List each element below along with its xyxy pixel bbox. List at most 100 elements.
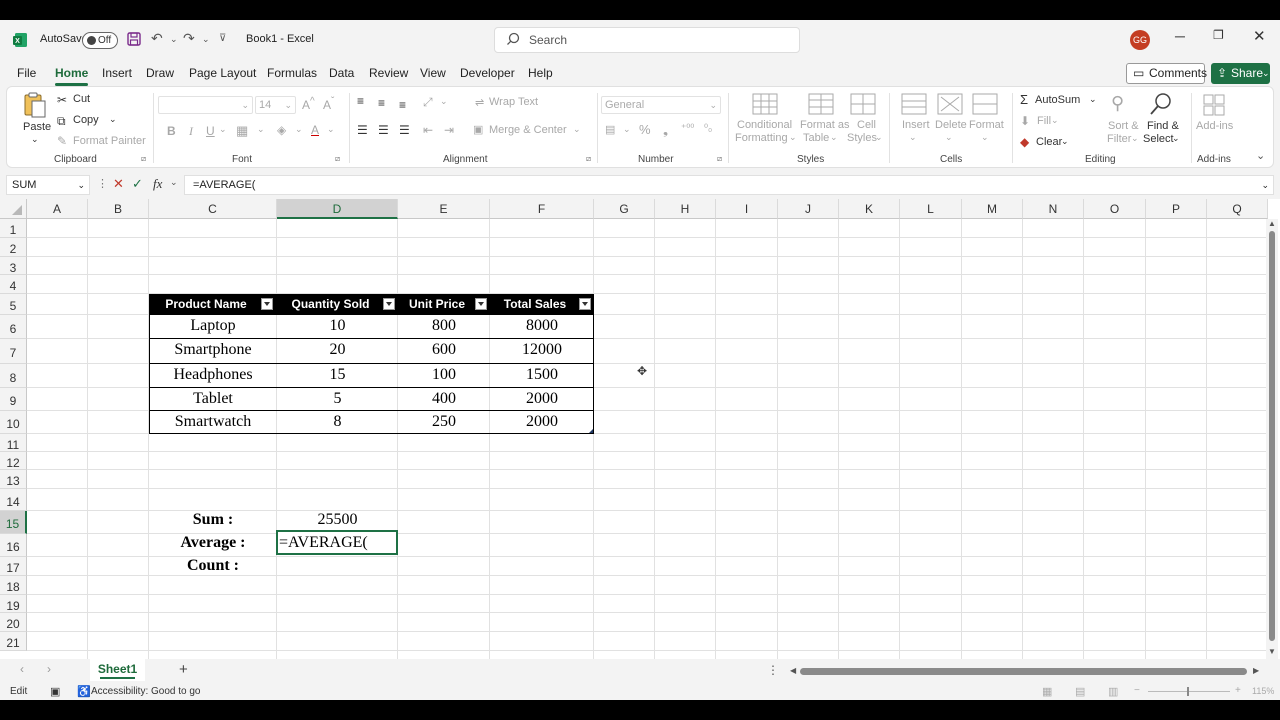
table-cell[interactable]: 2000 — [490, 390, 594, 408]
sheet-options-icon[interactable]: ⋮ — [767, 663, 779, 677]
insert-cells-button[interactable]: Insert — [902, 119, 930, 131]
align-top-icon[interactable]: ≡ — [357, 94, 364, 108]
close-icon[interactable]: ✕ — [1253, 27, 1266, 45]
row-header-13[interactable]: 13 — [0, 470, 27, 489]
percent-style-icon[interactable]: % — [639, 122, 651, 137]
comma-style-icon[interactable]: ❟ — [663, 122, 668, 138]
save-icon[interactable] — [127, 32, 141, 46]
sheet-tab-sheet1[interactable]: Sheet1 — [90, 659, 145, 681]
tab-file[interactable]: File — [17, 66, 36, 80]
page-break-view-icon[interactable]: ▥ — [1108, 685, 1118, 698]
avatar[interactable]: GG — [1130, 30, 1150, 50]
format-painter-button[interactable]: Format Painter — [73, 135, 146, 147]
tab-developer[interactable]: Developer — [460, 66, 515, 80]
worksheet-grid[interactable]: ABCDEFGHIJKLMNOPQ 1 2 3 4 5 6 7 8 9 10 11 12 13 14 15 1… — [0, 199, 1280, 659]
filter-dropdown-icon[interactable] — [579, 298, 591, 310]
vertical-scroll-thumb[interactable] — [1269, 231, 1275, 641]
column-header-d[interactable]: D — [277, 199, 398, 219]
normal-view-icon[interactable]: ▦ — [1042, 685, 1052, 698]
column-header-h[interactable]: H — [655, 199, 716, 219]
table-header-unit-price[interactable]: Unit Price — [398, 294, 490, 315]
underline-icon[interactable]: U — [206, 124, 215, 138]
table-cell[interactable]: 600 — [398, 341, 490, 359]
table-resize-handle[interactable] — [589, 429, 593, 433]
prev-sheet-icon[interactable]: ‹ — [20, 662, 24, 676]
insert-function-icon[interactable]: fx — [153, 176, 162, 192]
number-format-dropdown[interactable]: General ⌄ — [601, 96, 721, 114]
cell-styles-button-line2[interactable]: Styles — [847, 132, 877, 144]
borders-icon[interactable]: ▦ — [236, 123, 248, 139]
accessibility-status[interactable]: Accessibility: Good to go — [91, 686, 201, 697]
row-header-2[interactable]: 2 — [0, 238, 27, 257]
tab-insert[interactable]: Insert — [102, 66, 132, 80]
count-label[interactable]: Count : — [149, 557, 277, 575]
enter-icon[interactable]: ✓ — [132, 176, 143, 192]
number-launcher-icon[interactable]: ⧄ — [717, 154, 722, 164]
format-as-table-button-line2[interactable]: Table — [803, 132, 829, 144]
fill-dropdown-icon[interactable]: ⌄ — [1051, 115, 1059, 126]
add-sheet-button[interactable]: + — [179, 661, 188, 678]
paste-dropdown-icon[interactable]: ⌄ — [31, 134, 39, 145]
orientation-dropdown-icon[interactable]: ⌄ — [440, 96, 448, 107]
fill-color-dropdown-icon[interactable]: ⌄ — [295, 124, 303, 135]
conditional-dropdown-icon[interactable]: ⌄ — [789, 132, 797, 143]
row-header-20[interactable]: 20 — [0, 613, 27, 632]
row-header-18[interactable]: 18 — [0, 576, 27, 595]
column-header-e[interactable]: E — [398, 199, 490, 219]
merge-center-button[interactable]: Merge & Center — [489, 124, 567, 136]
font-size-dropdown[interactable]: 14 ⌄ — [255, 96, 296, 114]
scroll-down-icon[interactable]: ▼ — [1268, 647, 1276, 656]
copy-button[interactable]: Copy — [73, 114, 99, 126]
column-header-n[interactable]: N — [1023, 199, 1084, 219]
format-table-dropdown-icon[interactable]: ⌄ — [830, 132, 838, 143]
scroll-up-icon[interactable]: ▲ — [1268, 219, 1276, 228]
align-right-icon[interactable]: ☰ — [399, 123, 410, 137]
row-header-4[interactable]: 4 — [0, 275, 27, 294]
macro-recording-icon[interactable]: ▣ — [50, 685, 60, 698]
column-header-l[interactable]: L — [900, 199, 962, 219]
name-box-dropdown-icon[interactable]: ⌄ — [77, 176, 85, 194]
table-cell[interactable]: 400 — [398, 390, 490, 408]
decrease-decimal-icon[interactable]: ⁰₀ — [704, 123, 712, 134]
cut-button[interactable]: Cut — [73, 93, 90, 105]
format-cells-button[interactable]: Format — [969, 119, 1004, 131]
table-cell[interactable]: Smartwatch — [149, 413, 277, 431]
tab-draw[interactable]: Draw — [146, 66, 174, 80]
row-header-15[interactable]: 15 — [0, 511, 27, 534]
autosave-toggle[interactable]: Off — [82, 32, 118, 49]
column-header-m[interactable]: M — [962, 199, 1023, 219]
column-header-k[interactable]: K — [839, 199, 900, 219]
increase-font-icon[interactable]: A^ — [302, 96, 315, 112]
accounting-dropdown-icon[interactable]: ⌄ — [623, 124, 631, 135]
table-cell[interactable]: Smartphone — [149, 341, 277, 359]
format-dropdown-icon[interactable]: ⌄ — [981, 132, 989, 143]
table-cell[interactable]: 12000 — [490, 341, 594, 359]
customize-toolbar-icon[interactable]: ⊽ — [219, 33, 226, 44]
formula-input[interactable]: =AVERAGE( ⌄ — [184, 175, 1274, 195]
comments-button[interactable]: ▭ Comments — [1126, 63, 1207, 84]
font-color-dropdown-icon[interactable]: ⌄ — [327, 124, 335, 135]
row-header-21[interactable]: 21 — [0, 632, 27, 651]
zoom-slider[interactable] — [1148, 691, 1230, 692]
autosum-dropdown-icon[interactable]: ⌄ — [1089, 94, 1097, 105]
align-middle-icon[interactable]: ≡ — [378, 96, 385, 110]
tab-review[interactable]: Review — [369, 66, 408, 80]
cell-styles-button[interactable]: Cell — [857, 119, 876, 131]
wrap-text-button[interactable]: Wrap Text — [489, 96, 538, 108]
table-cell[interactable]: 15 — [277, 366, 398, 384]
horizontal-scroll-thumb[interactable] — [800, 668, 1247, 675]
tab-data[interactable]: Data — [329, 66, 354, 80]
insert-dropdown-icon[interactable]: ⌄ — [909, 132, 917, 143]
zoom-level[interactable]: 115% — [1252, 686, 1274, 696]
column-header-a[interactable]: A — [27, 199, 88, 219]
table-cell[interactable]: Headphones — [149, 366, 277, 384]
row-header-12[interactable]: 12 — [0, 452, 27, 470]
row-header-9[interactable]: 9 — [0, 388, 27, 411]
table-cell[interactable]: Laptop — [149, 317, 277, 335]
filter-dropdown-icon[interactable] — [261, 298, 273, 310]
fx-dropdown-icon[interactable]: ⌄ — [170, 177, 178, 188]
paste-button[interactable]: Paste — [23, 121, 51, 133]
undo-dropdown-icon[interactable]: ⌄ — [170, 34, 178, 45]
more-options-icon[interactable]: ⋮ — [97, 177, 108, 190]
tab-help[interactable]: Help — [528, 66, 553, 80]
